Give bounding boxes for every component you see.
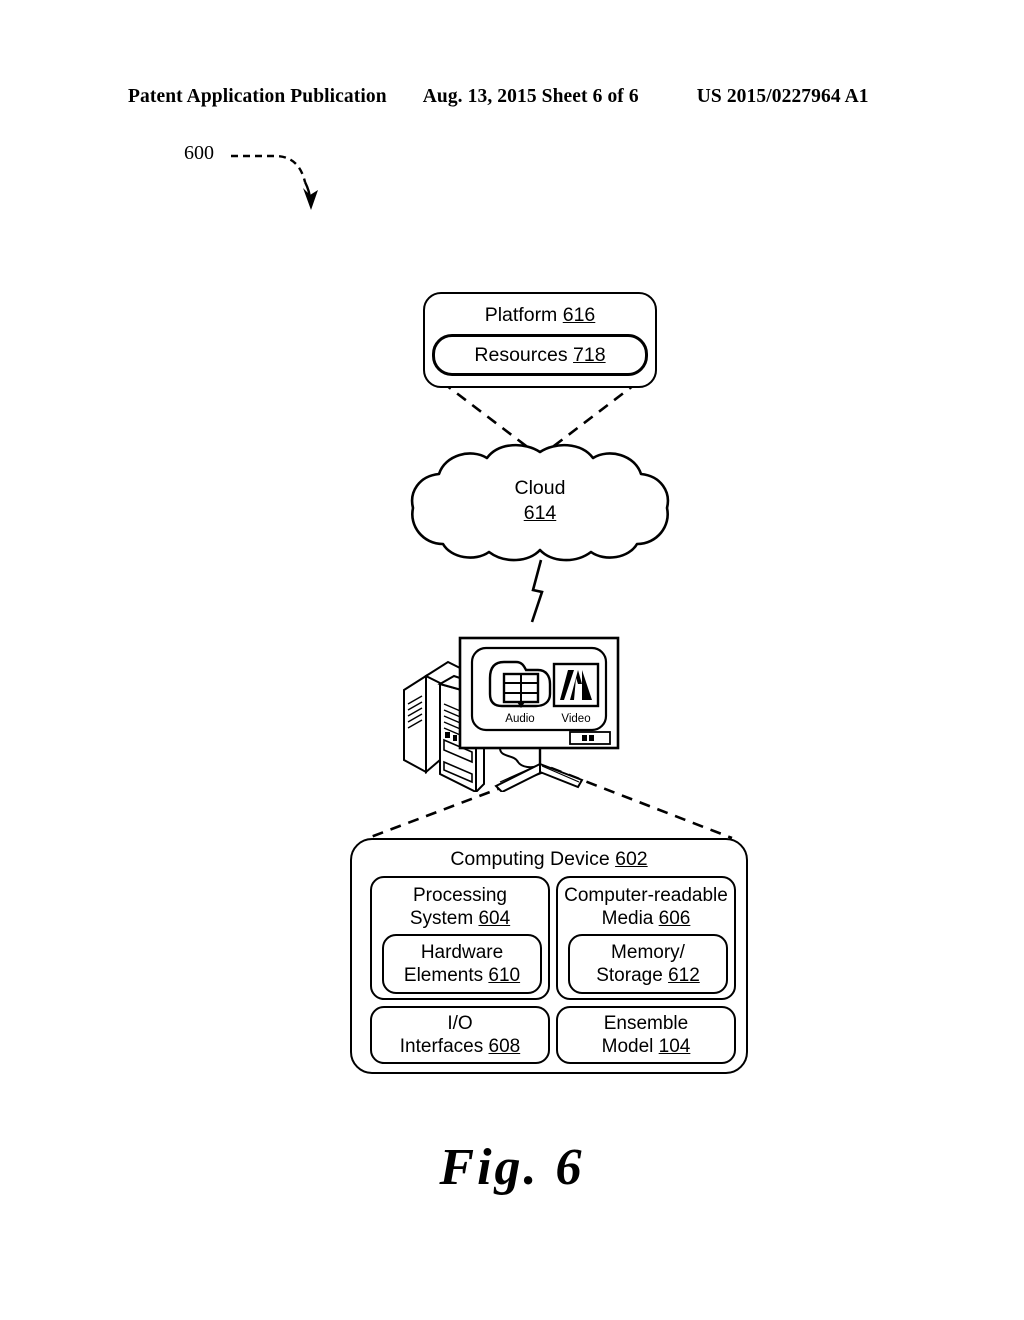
hardware-elements-label: Hardware Elements 610	[404, 941, 520, 987]
computer-readable-media-line1: Computer-readable	[564, 885, 728, 906]
page-header: Patent Application Publication Aug. 13, …	[128, 86, 896, 112]
hardware-elements-line2: Elements	[403, 965, 484, 986]
ensemble-model-line2: Model	[601, 1036, 654, 1057]
computer-readable-media-reference: 606	[658, 908, 691, 929]
io-interfaces-line1: I/O	[447, 1013, 473, 1034]
io-interfaces-reference: 608	[488, 1036, 521, 1057]
ensemble-model-cell: Ensemble Model 104	[556, 1006, 736, 1064]
processing-system-line2: System	[409, 908, 474, 929]
computing-device-title-text: Computing Device	[450, 848, 610, 870]
computer-readable-media-line2: Media	[601, 908, 654, 929]
memory-storage-label: Memory/ Storage 612	[596, 941, 700, 987]
audio-label: Audio	[505, 713, 534, 725]
publication-date-sheet: Aug. 13, 2015 Sheet 6 of 6	[422, 86, 639, 107]
figure-reference-number: 600	[184, 142, 214, 164]
cloud-shape: Cloud 614	[405, 440, 675, 565]
io-interfaces-line2: Interfaces	[399, 1036, 484, 1057]
platform-title: Platform 616	[425, 304, 655, 327]
processing-system-cell: Processing System 604 Hardware Elements …	[370, 876, 550, 1000]
computer-readable-media-title: Computer-readable Media 606	[558, 878, 734, 930]
computing-device-box: Computing Device 602 Processing System 6…	[350, 838, 748, 1074]
platform-reference: 616	[562, 304, 596, 326]
memory-storage-reference: 612	[668, 965, 700, 986]
computing-device-title: Computing Device 602	[352, 848, 746, 871]
publication-title: Patent Application Publication	[128, 86, 387, 107]
resources-label: Resources 718	[474, 344, 605, 367]
ensemble-model-line1: Ensemble	[603, 1013, 689, 1034]
hardware-elements-cell: Hardware Elements 610	[382, 934, 542, 994]
hardware-elements-reference: 610	[488, 965, 521, 986]
platform-title-text: Platform	[484, 304, 558, 326]
computing-device-reference: 602	[615, 848, 648, 870]
processing-system-reference: 604	[478, 908, 511, 929]
io-interfaces-label: I/O Interfaces 608	[400, 1012, 520, 1058]
resources-box: Resources 718	[432, 334, 648, 376]
memory-storage-line2: Storage	[596, 965, 663, 986]
cloud-label: Cloud 614	[405, 476, 675, 526]
figure-caption: Fig. 6	[439, 1139, 585, 1196]
patent-number: US 2015/0227964 A1	[696, 86, 869, 107]
hardware-elements-line1: Hardware	[420, 942, 504, 963]
processing-system-line1: Processing	[413, 885, 507, 906]
ensemble-model-reference: 104	[658, 1036, 691, 1057]
memory-storage-line1: Memory/	[611, 942, 685, 963]
resources-reference: 718	[573, 343, 606, 366]
video-icon	[552, 662, 600, 708]
resources-label-text: Resources	[474, 343, 568, 366]
cloud-label-text: Cloud	[514, 477, 566, 499]
cloud-reference: 614	[523, 502, 557, 524]
computer-readable-media-cell: Computer-readable Media 606 Memory/ Stor…	[556, 876, 736, 1000]
memory-storage-cell: Memory/ Storage 612	[568, 934, 728, 994]
processing-system-title: Processing System 604	[372, 878, 548, 930]
io-interfaces-cell: I/O Interfaces 608	[370, 1006, 550, 1064]
figure-reference-arrow-icon	[231, 154, 318, 210]
ensemble-model-label: Ensemble Model 104	[602, 1012, 691, 1058]
computer-illustration: Audio Video	[392, 632, 642, 795]
video-label: Video	[561, 713, 590, 725]
